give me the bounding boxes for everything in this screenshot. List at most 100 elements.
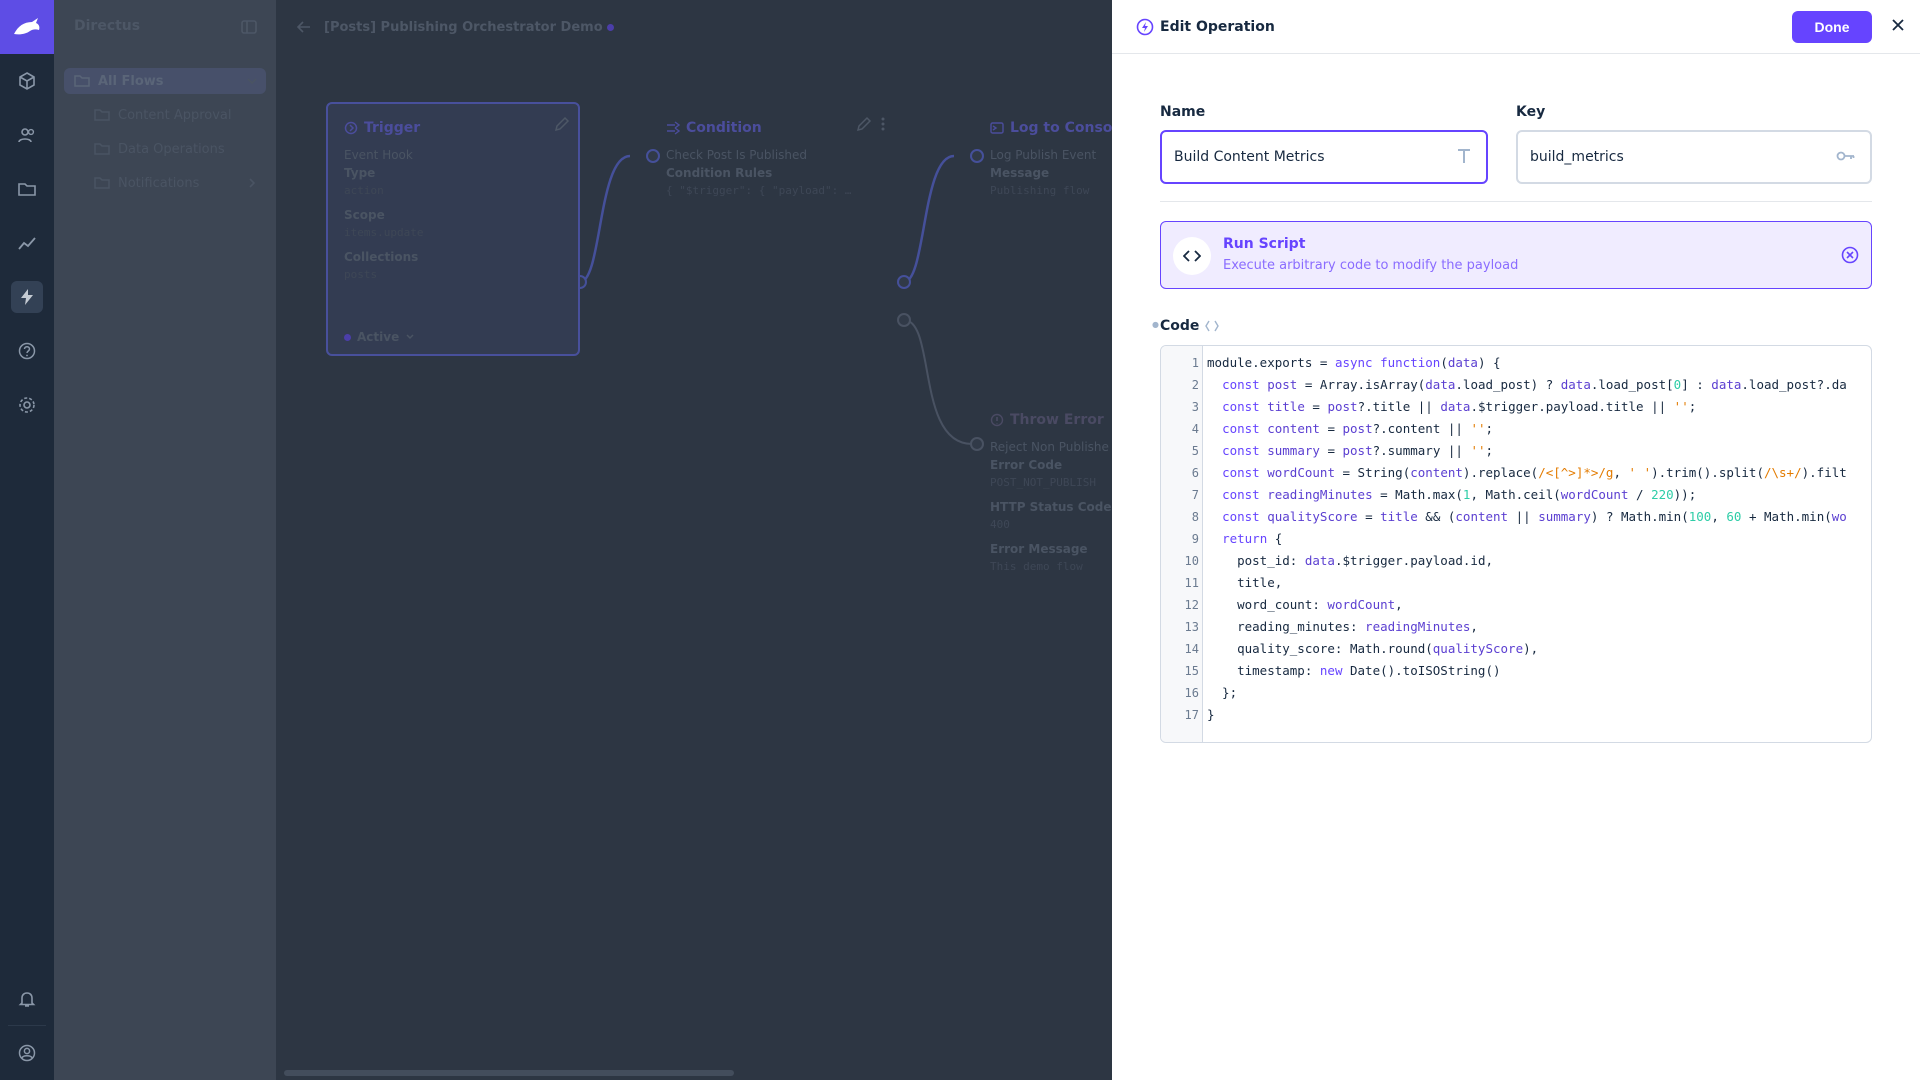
edit-pencil-icon[interactable] xyxy=(554,116,570,132)
key-icon xyxy=(1836,148,1856,164)
chevron-right-icon[interactable] xyxy=(246,177,258,189)
status-toggle[interactable]: Active xyxy=(344,330,415,344)
nav-item-notifications[interactable]: Notifications xyxy=(94,170,266,196)
deselect-operation-icon[interactable] xyxy=(1841,246,1859,264)
account-icon[interactable] xyxy=(11,1037,43,1069)
panel-title: Condition xyxy=(666,120,762,136)
field-label: Error Code xyxy=(990,458,1063,472)
code-label: ● Code xyxy=(1152,318,1220,334)
field-label: Error Message xyxy=(990,542,1088,556)
name-label: Name xyxy=(1160,104,1206,120)
folder-icon xyxy=(74,74,90,88)
close-icon[interactable] xyxy=(1890,17,1906,33)
horizontal-scrollbar[interactable] xyxy=(284,1070,734,1076)
sidebar-toggle-icon[interactable] xyxy=(240,18,258,36)
key-input-value: build_metrics xyxy=(1530,149,1624,165)
error-icon xyxy=(990,413,1004,427)
operation-bolt-icon xyxy=(1136,18,1154,36)
line-numbers: 1 2 3 4 5 6 7 8 9 10 11 12 13 14 15 16 17 xyxy=(1184,356,1199,722)
flow-canvas: [Posts] Publishing Orchestrator Demo Tri… xyxy=(276,0,1112,1080)
key-label: Key xyxy=(1516,104,1546,120)
trigger-panel[interactable]: Trigger Event Hook Type action Scope ite… xyxy=(326,102,580,356)
nav-item-all-flows[interactable]: All Flows xyxy=(64,68,266,94)
flows-bolt-icon[interactable] xyxy=(11,281,43,313)
project-name: Directus xyxy=(74,18,141,34)
rail-divider xyxy=(8,1025,46,1026)
operation-description: Execute arbitrary code to modify the pay… xyxy=(1223,258,1519,273)
trigger-subtitle: Event Hook xyxy=(344,148,413,162)
done-button[interactable]: Done xyxy=(1792,11,1872,43)
field-label: HTTP Status Code xyxy=(990,500,1112,514)
more-vertical-icon[interactable] xyxy=(880,116,886,132)
page-header: [Posts] Publishing Orchestrator Demo xyxy=(276,0,1112,54)
log-panel[interactable]: Log to Console Log Publish Event Message… xyxy=(974,104,1112,304)
page-title: [Posts] Publishing Orchestrator Demo xyxy=(324,20,614,35)
condition-icon xyxy=(666,121,680,135)
field-value: posts xyxy=(344,268,378,281)
users-icon[interactable] xyxy=(11,119,43,151)
code-editor[interactable]: 1 2 3 4 5 6 7 8 9 10 11 12 13 14 15 16 17 module.exports… xyxy=(1160,345,1872,743)
field-label: Collections xyxy=(344,250,419,264)
chevron-down-icon xyxy=(405,332,415,342)
error-panel[interactable]: Throw Error Reject Non Publishe Error Co… xyxy=(974,396,1112,596)
edit-operation-drawer: Edit Operation Done Name Build Content M… xyxy=(1112,0,1920,1080)
content-box-icon[interactable] xyxy=(11,65,43,97)
log-subtitle: Log Publish Event xyxy=(990,148,1097,162)
operation-type-card[interactable]: Run Script Execute arbitrary code to mod… xyxy=(1160,221,1872,289)
condition-subtitle: Check Post Is Published xyxy=(666,148,808,162)
panel-title: Throw Error xyxy=(990,412,1104,428)
key-input[interactable]: build_metrics xyxy=(1516,130,1872,184)
nav-item-label: Data Operations xyxy=(118,141,225,157)
field-label: Type xyxy=(344,166,376,180)
panel-title: Trigger xyxy=(344,120,420,136)
name-input[interactable]: Build Content Metrics xyxy=(1160,130,1488,184)
field-label: Message xyxy=(990,166,1050,180)
operation-title: Run Script xyxy=(1223,236,1306,252)
folder-icon xyxy=(94,142,110,156)
nav-item-label: Notifications xyxy=(118,175,200,191)
panel-title: Log to Console xyxy=(990,120,1112,136)
field-value: Publishing flow xyxy=(990,184,1090,197)
error-subtitle: Reject Non Publishe xyxy=(990,440,1109,454)
connector-trigger-condition xyxy=(579,154,631,284)
directus-logo-icon[interactable] xyxy=(0,0,54,54)
code-content[interactable]: module.exports = async function(data) { … xyxy=(1207,352,1847,726)
field-value: action xyxy=(344,184,384,197)
field-value: 400 xyxy=(990,518,1010,531)
code-brackets-icon xyxy=(1173,237,1211,275)
nav-item-content-approval[interactable]: Content Approval xyxy=(94,102,232,128)
edit-pencil-icon[interactable] xyxy=(856,116,872,132)
text-format-icon xyxy=(1456,148,1472,164)
folder-icon xyxy=(94,108,110,122)
connector-condition-log xyxy=(903,154,955,284)
help-icon[interactable] xyxy=(11,335,43,367)
back-arrow-icon[interactable] xyxy=(296,19,312,35)
condition-panel[interactable]: Condition Check Post Is Published Condit… xyxy=(650,104,904,304)
form-divider xyxy=(1160,201,1872,202)
drawer-header: Edit Operation Done xyxy=(1112,0,1920,54)
notifications-bell-icon[interactable] xyxy=(11,983,43,1015)
field-value: items.update xyxy=(344,226,424,239)
field-value: This demo flow xyxy=(990,560,1083,573)
nav-item-label: All Flows xyxy=(98,73,164,89)
chevron-down-icon[interactable] xyxy=(246,75,258,87)
nav-item-data-operations[interactable]: Data Operations xyxy=(94,136,225,162)
status-dot xyxy=(344,333,351,341)
module-bar xyxy=(0,0,54,1080)
nav-item-label: Content Approval xyxy=(118,107,232,123)
field-value: { "$trigger": { "payload": … xyxy=(666,184,852,197)
insights-icon[interactable] xyxy=(11,227,43,259)
line-number-gutter: 1 2 3 4 5 6 7 8 9 10 11 12 13 14 15 16 17 xyxy=(1161,346,1203,742)
field-value: POST_NOT_PUBLISH xyxy=(990,476,1096,489)
field-label: Condition Rules xyxy=(666,166,773,180)
settings-gear-icon[interactable] xyxy=(11,389,43,421)
trigger-icon xyxy=(344,121,358,135)
navigation-sidebar: Directus All Flows Content Approval Data… xyxy=(54,0,276,1080)
drawer-title: Edit Operation xyxy=(1136,18,1275,36)
name-input-value: Build Content Metrics xyxy=(1174,149,1325,165)
files-folder-icon[interactable] xyxy=(11,173,43,205)
code-bracket-icon xyxy=(1205,320,1220,332)
status-dot xyxy=(606,23,614,31)
connector-condition-error xyxy=(903,319,973,445)
field-label: Scope xyxy=(344,208,385,222)
